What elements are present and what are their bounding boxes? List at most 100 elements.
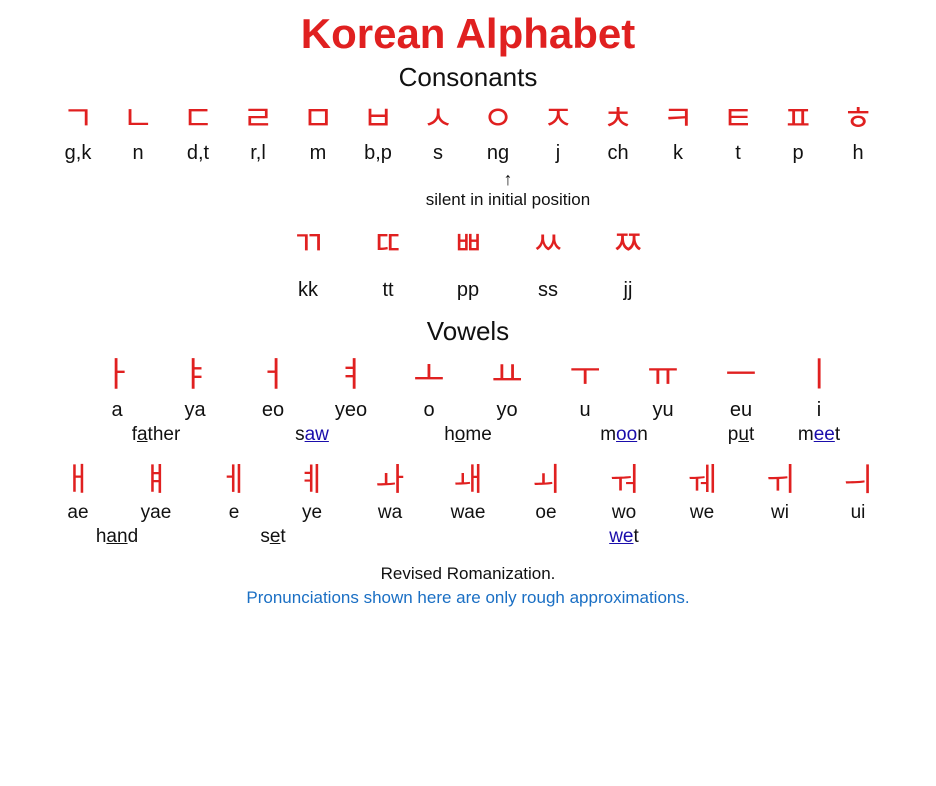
consonant-char-8: ㅇ	[468, 99, 528, 140]
double-consonant-roman-1: kk	[268, 279, 348, 302]
consonant-roman-5: m	[288, 142, 348, 165]
consonant-char-10: ㅊ	[588, 99, 648, 140]
consonant-roman-3: d,t	[168, 142, 228, 165]
consonant-char-12: ㅌ	[708, 99, 768, 140]
example-moon: moon	[546, 424, 702, 446]
vowels-row2-roman: ae yae e ye wa wae oe wo we wi ui	[20, 502, 916, 524]
example-set: set	[195, 526, 351, 548]
vowels-row2-korean: ㅐ ㅒ ㅔ ㅖ ㅘ ㅙ ㅚ ㅝ ㅞ ㅟ ㅢ	[20, 454, 916, 500]
vowel-char-2: ㅑ	[156, 353, 234, 397]
example-home: home	[390, 424, 546, 446]
consonant-roman-14: h	[828, 142, 888, 165]
consonant-char-4: ㄹ	[228, 99, 288, 140]
vowel2-char-5: ㅘ	[351, 454, 429, 500]
double-consonant-roman-5: jj	[588, 279, 668, 302]
consonant-roman-4: r,l	[228, 142, 288, 165]
example-put: put	[702, 424, 780, 446]
vowel2-roman-6: wae	[429, 502, 507, 524]
ng-arrow: ↑	[504, 169, 513, 190]
consonant-roman-13: p	[768, 142, 828, 165]
footer-revised: Revised Romanization.	[20, 564, 916, 584]
vowel-char-7: ㅜ	[546, 353, 624, 397]
vowel2-roman-2: yae	[117, 502, 195, 524]
double-consonant-char-1: ㄲ	[268, 224, 348, 265]
vowel-roman-3: eo	[234, 399, 312, 422]
example-meet: meet	[780, 424, 858, 446]
double-consonant-char-4: ㅆ	[508, 224, 588, 265]
vowel2-char-10: ㅟ	[741, 454, 819, 500]
vowel-char-5: ㅗ	[390, 353, 468, 397]
vowel2-roman-7: oe	[507, 502, 585, 524]
consonant-char-3: ㄷ	[168, 99, 228, 140]
vowel2-char-2: ㅒ	[117, 454, 195, 500]
vowel2-roman-3: e	[195, 502, 273, 524]
footer-note: Pronunciations shown here are only rough…	[20, 588, 916, 608]
consonant-roman-2: n	[108, 142, 168, 165]
example-wet: wet	[507, 526, 741, 548]
vowel2-roman-1: ae	[39, 502, 117, 524]
double-consonant-char-2: ㄸ	[348, 224, 428, 265]
consonants-korean-row: ㄱ ㄴ ㄷ ㄹ ㅁ ㅂ ㅅ ㅇ ㅈ ㅊ ㅋ ㅌ ㅍ ㅎ	[20, 99, 916, 140]
consonant-char-14: ㅎ	[828, 99, 888, 140]
vowels-row1-roman: a ya eo yeo o yo u yu eu i	[20, 399, 916, 422]
consonant-char-11: ㅋ	[648, 99, 708, 140]
consonant-char-6: ㅂ	[348, 99, 408, 140]
ng-note-text: silent in initial position	[426, 190, 590, 210]
vowel2-roman-8: wo	[585, 502, 663, 524]
consonant-roman-11: k	[648, 142, 708, 165]
vowel-char-3: ㅓ	[234, 353, 312, 397]
vowel2-roman-11: ui	[819, 502, 897, 524]
vowel-roman-9: eu	[702, 399, 780, 422]
vowel-char-4: ㅕ	[312, 353, 390, 397]
vowels-row2-examples: hand set wet	[20, 526, 916, 548]
example-father: father	[78, 424, 234, 446]
double-consonants-korean-row: ㄲ ㄸ ㅃ ㅆ ㅉ	[20, 224, 916, 265]
double-consonant-char-5: ㅉ	[588, 224, 668, 265]
double-consonant-char-3: ㅃ	[428, 224, 508, 265]
example-saw: saw	[234, 424, 390, 446]
page-title: Korean Alphabet	[20, 10, 916, 58]
vowel2-roman-10: wi	[741, 502, 819, 524]
vowels-row1-korean: ㅏ ㅑ ㅓ ㅕ ㅗ ㅛ ㅜ ㅠ ㅡ ㅣ	[20, 353, 916, 397]
consonant-roman-7: s	[408, 142, 468, 165]
consonant-char-5: ㅁ	[288, 99, 348, 140]
vowels-heading: Vowels	[20, 316, 916, 347]
vowel-char-1: ㅏ	[78, 353, 156, 397]
consonant-roman-8: ng	[468, 142, 528, 165]
vowel-roman-1: a	[78, 399, 156, 422]
consonant-roman-9: j	[528, 142, 588, 165]
double-consonants-roman-row: kk tt pp ss jj	[20, 279, 916, 302]
double-consonant-roman-4: ss	[508, 279, 588, 302]
consonant-roman-10: ch	[588, 142, 648, 165]
vowel2-char-6: ㅙ	[429, 454, 507, 500]
vowel-roman-7: u	[546, 399, 624, 422]
consonant-roman-12: t	[708, 142, 768, 165]
vowel-char-10: ㅣ	[780, 353, 858, 397]
consonant-roman-6: b,p	[348, 142, 408, 165]
vowel-roman-6: yo	[468, 399, 546, 422]
vowel2-char-7: ㅚ	[507, 454, 585, 500]
vowel2-char-3: ㅔ	[195, 454, 273, 500]
consonant-char-13: ㅍ	[768, 99, 828, 140]
vowel-roman-2: ya	[156, 399, 234, 422]
vowel2-char-8: ㅝ	[585, 454, 663, 500]
consonant-char-2: ㄴ	[108, 99, 168, 140]
vowel2-char-11: ㅢ	[819, 454, 897, 500]
vowel-roman-10: i	[780, 399, 858, 422]
vowel2-roman-5: wa	[351, 502, 429, 524]
consonants-roman-row: g,k n d,t r,l m b,p s ng j ch k t p h	[20, 142, 916, 165]
vowel-char-8: ㅠ	[624, 353, 702, 397]
vowel2-char-9: ㅞ	[663, 454, 741, 500]
consonant-char-7: ㅅ	[408, 99, 468, 140]
consonant-char-9: ㅈ	[528, 99, 588, 140]
vowel2-roman-9: we	[663, 502, 741, 524]
vowel-roman-5: o	[390, 399, 468, 422]
vowel2-char-4: ㅖ	[273, 454, 351, 500]
consonant-roman-1: g,k	[48, 142, 108, 165]
vowel-char-6: ㅛ	[468, 353, 546, 397]
vowel2-roman-4: ye	[273, 502, 351, 524]
vowel-roman-4: yeo	[312, 399, 390, 422]
vowel-char-9: ㅡ	[702, 353, 780, 397]
vowel-roman-8: yu	[624, 399, 702, 422]
consonant-char-1: ㄱ	[48, 99, 108, 140]
